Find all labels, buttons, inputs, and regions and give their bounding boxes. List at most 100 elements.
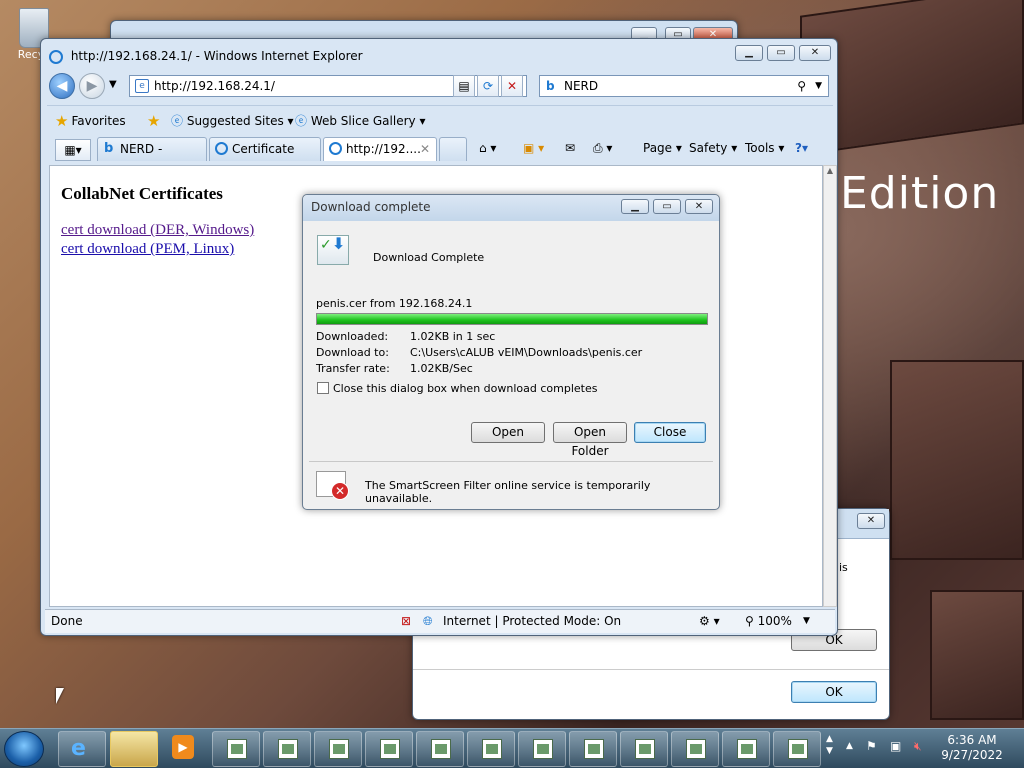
web-slice-gallery-link[interactable]: ⓔ Web Slice Gallery ▾ bbox=[295, 112, 425, 129]
progress-bar bbox=[316, 313, 708, 325]
volume-muted-icon[interactable]: 🔇︎ bbox=[914, 739, 922, 754]
close-button[interactable]: ✕ bbox=[857, 513, 885, 529]
quick-tabs-icon[interactable]: ▦▾ bbox=[55, 139, 91, 161]
window-title: http://192.168.24.1/ - Windows Internet … bbox=[49, 49, 363, 64]
downloaded-value: 1.02KB in 1 sec bbox=[410, 330, 496, 343]
add-favorites-icon[interactable]: ★ bbox=[147, 112, 163, 130]
refresh-icon[interactable]: ⟳ bbox=[477, 75, 499, 97]
open-button[interactable]: Open bbox=[471, 422, 545, 443]
search-text: NERD bbox=[564, 79, 599, 93]
status-text: Done bbox=[51, 614, 83, 628]
close-button[interactable]: ✕ bbox=[685, 199, 713, 214]
taskbar-scroll-arrows[interactable]: ▲ ▼ bbox=[826, 733, 833, 757]
mouse-cursor-icon bbox=[56, 688, 64, 704]
tab-certificate-error[interactable]: Certificate Err... bbox=[209, 137, 321, 178]
partial-text: is bbox=[839, 561, 848, 574]
taskbar-window[interactable] bbox=[314, 731, 362, 767]
new-tab-button[interactable] bbox=[439, 137, 467, 161]
transfer-rate-value: 1.02KB/Sec bbox=[410, 362, 473, 375]
blocked-icon[interactable]: ⊠ bbox=[401, 610, 411, 632]
taskbar-window[interactable] bbox=[263, 731, 311, 767]
system-clock[interactable]: 6:36 AM 9/27/2022 bbox=[940, 733, 1004, 763]
taskbar-window[interactable] bbox=[722, 731, 770, 767]
maximize-button[interactable]: ▭ bbox=[653, 199, 681, 214]
close-button[interactable]: ✕ bbox=[799, 45, 831, 61]
download-heading: Download Complete bbox=[373, 251, 485, 264]
cert-pem-link[interactable]: cert download (PEM, Linux) bbox=[61, 241, 234, 258]
forward-button[interactable]: ▶ bbox=[79, 73, 105, 99]
close-dialog-button[interactable]: Close bbox=[634, 422, 706, 443]
taskbar-window[interactable] bbox=[620, 731, 668, 767]
status-bar: Done ⊠ 🌐︎ Internet | Protected Mode: On … bbox=[45, 609, 835, 633]
taskbar-window[interactable] bbox=[212, 731, 260, 767]
taskbar-ie-icon[interactable]: e bbox=[58, 731, 106, 767]
taskbar-window[interactable] bbox=[518, 731, 566, 767]
zone-text[interactable]: Internet | Protected Mode: On bbox=[443, 610, 621, 632]
taskbar-window[interactable] bbox=[416, 731, 464, 767]
wallpaper-text: Edition bbox=[840, 168, 1000, 219]
show-hidden-icons[interactable]: ▲ bbox=[846, 741, 853, 751]
taskbar-window[interactable] bbox=[467, 731, 515, 767]
download-complete-icon: ✓ ⬇ bbox=[317, 235, 349, 265]
download-to-label: Download to: bbox=[316, 346, 389, 359]
print-icon[interactable]: ⎙ ▾ bbox=[593, 141, 612, 156]
favorites-button[interactable]: ★ Favorites bbox=[55, 112, 126, 130]
security-icon[interactable]: ⚙ ▾ bbox=[699, 610, 720, 632]
search-dropdown[interactable]: ▼ bbox=[815, 76, 822, 96]
clock-time: 6:36 AM bbox=[947, 733, 997, 747]
mail-icon[interactable]: ✉ bbox=[565, 141, 575, 155]
taskbar: e ▶ ▲ ▼ ▲ ⚑ ▣ 🔇︎ 6:36 AM 9/27/2022 bbox=[0, 728, 1024, 768]
feeds-icon[interactable]: ▣ ▾ bbox=[523, 141, 544, 155]
navigation-bar: ◀ ▶ ▼ e http://192.168.24.1/ ▼ ▤ ⟳ ✕ b N… bbox=[47, 71, 833, 101]
cert-der-link[interactable]: cert download (DER, Windows) bbox=[61, 222, 254, 239]
compatibility-icon[interactable]: ▤ bbox=[453, 75, 475, 97]
search-box[interactable]: b NERD ⚲ ▼ bbox=[539, 75, 829, 97]
suggested-sites-link[interactable]: ⓔ Suggested Sites ▾ bbox=[171, 112, 294, 129]
taskbar-window[interactable] bbox=[671, 731, 719, 767]
help-icon[interactable]: ?▾ bbox=[795, 141, 808, 155]
file-source: penis.cer from 192.168.24.1 bbox=[316, 297, 473, 310]
minimize-button[interactable]: ▁ bbox=[735, 45, 763, 61]
favorites-bar: ★ Favorites ★ ⓔ Suggested Sites ▾ ⓔ Web S… bbox=[47, 105, 833, 133]
page-heading: CollabNet Certificates bbox=[61, 184, 223, 203]
download-to-value: C:\Users\cALUB vEIM\Downloads\penis.cer bbox=[410, 346, 643, 359]
maximize-button[interactable]: ▭ bbox=[767, 45, 795, 61]
taskbar-window[interactable] bbox=[365, 731, 413, 767]
recent-pages-dropdown[interactable]: ▼ bbox=[109, 79, 117, 90]
close-tab-icon[interactable]: ✕ bbox=[420, 138, 430, 160]
taskbar-window[interactable] bbox=[569, 731, 617, 767]
stop-icon[interactable]: ✕ bbox=[501, 75, 523, 97]
tools-menu[interactable]: Tools ▾ bbox=[745, 141, 784, 155]
bing-icon: b bbox=[546, 79, 555, 93]
taskbar-media-player-icon[interactable]: ▶ bbox=[162, 731, 210, 767]
tab-nerd-search[interactable]: bNERD - Search bbox=[97, 137, 207, 178]
back-button[interactable]: ◀ bbox=[49, 73, 75, 99]
tab-current[interactable]: http://192.... ✕ bbox=[323, 137, 437, 161]
close-when-complete-checkbox[interactable] bbox=[317, 382, 329, 394]
search-icon[interactable]: ⚲ bbox=[797, 76, 806, 96]
home-icon[interactable]: ⌂ ▾ bbox=[479, 141, 496, 155]
downloaded-label: Downloaded: bbox=[316, 330, 389, 343]
divider bbox=[309, 461, 713, 462]
ok-button[interactable]: OK bbox=[791, 681, 877, 703]
tab-bar: ▦▾ bNERD - Search Certificate Err... htt… bbox=[47, 135, 833, 178]
flag-icon[interactable]: ⚑ bbox=[866, 739, 877, 753]
zoom-dropdown[interactable]: ▼ bbox=[803, 610, 810, 632]
start-button[interactable] bbox=[4, 731, 44, 767]
page-icon: e bbox=[135, 79, 149, 93]
clock-date: 9/27/2022 bbox=[941, 748, 1003, 762]
star-icon: ★ bbox=[55, 112, 69, 130]
network-icon[interactable]: ▣ bbox=[890, 739, 901, 753]
page-menu[interactable]: Page ▾ bbox=[643, 141, 682, 155]
vertical-scrollbar[interactable]: ▲ bbox=[823, 165, 837, 607]
safety-menu[interactable]: Safety ▾ bbox=[689, 141, 737, 155]
taskbar-explorer-icon[interactable] bbox=[110, 731, 158, 767]
address-text: http://192.168.24.1/ bbox=[154, 79, 275, 93]
minimize-button[interactable]: ▁ bbox=[621, 199, 649, 214]
open-folder-button[interactable]: Open Folder bbox=[553, 422, 627, 458]
checkbox-label[interactable]: Close this dialog box when download comp… bbox=[333, 382, 597, 395]
zoom-control[interactable]: ⚲ 100% bbox=[745, 610, 792, 632]
transfer-rate-label: Transfer rate: bbox=[316, 362, 390, 375]
taskbar-window[interactable] bbox=[773, 731, 821, 767]
ie-logo-icon bbox=[49, 49, 63, 64]
